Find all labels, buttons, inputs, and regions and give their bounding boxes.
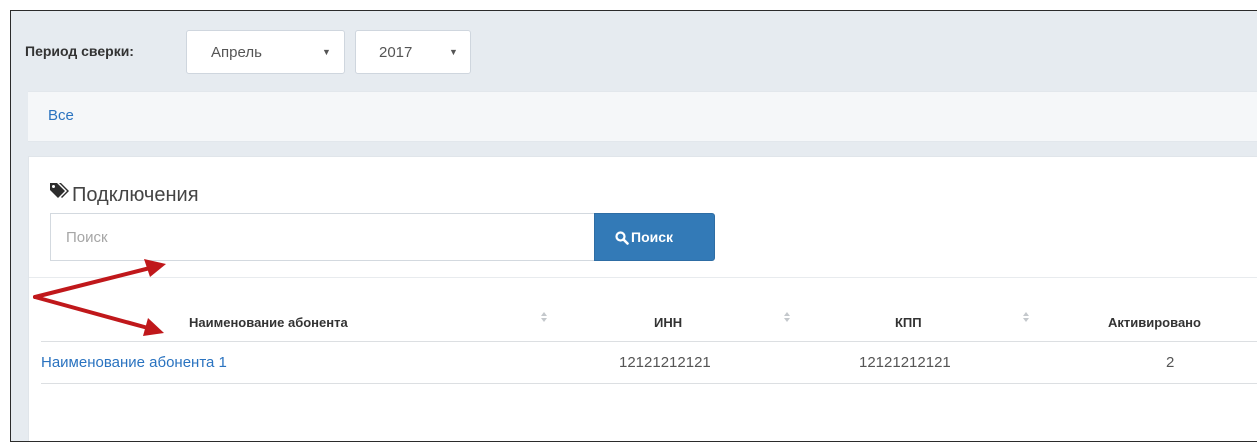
month-select[interactable]: Апрель ▼	[186, 30, 345, 74]
year-select[interactable]: 2017 ▼	[355, 30, 471, 74]
subscriber-name-link[interactable]: Наименование абонента 1	[41, 354, 227, 371]
caret-down-icon: ▼	[449, 47, 458, 57]
row-divider	[41, 383, 1257, 384]
activated-cell: 2	[1166, 354, 1175, 371]
tags-icon	[50, 183, 69, 198]
column-header-inn[interactable]: ИНН	[654, 315, 682, 330]
column-header-kpp[interactable]: КПП	[895, 315, 922, 330]
month-select-value: Апрель	[211, 44, 262, 61]
column-header-name[interactable]: Наименование абонента	[189, 315, 348, 330]
connections-panel: Подключения Поиск Наименование абонента …	[28, 156, 1257, 441]
search-button[interactable]: Поиск	[594, 213, 715, 261]
inn-cell: 12121212121	[619, 354, 711, 371]
all-filter-link[interactable]: Все	[48, 107, 74, 124]
period-label: Период сверки:	[25, 43, 134, 59]
caret-down-icon: ▼	[322, 47, 331, 57]
year-select-value: 2017	[379, 44, 413, 61]
sort-icon[interactable]	[540, 309, 548, 325]
search-button-label: Поиск	[631, 229, 674, 245]
app-frame: Период сверки: Апрель ▼ 2017 ▼ Все Подкл…	[10, 10, 1257, 442]
column-header-activated[interactable]: Активировано	[1108, 315, 1201, 330]
sort-icon[interactable]	[783, 309, 791, 325]
filter-bar: Все	[28, 91, 1257, 142]
table-header-divider	[41, 341, 1257, 342]
sort-icon[interactable]	[1022, 309, 1030, 325]
search-icon	[615, 231, 629, 245]
search-input[interactable]	[50, 213, 595, 261]
section-title: Подключения	[72, 184, 199, 206]
kpp-cell: 12121212121	[859, 354, 951, 371]
divider	[29, 277, 1257, 278]
